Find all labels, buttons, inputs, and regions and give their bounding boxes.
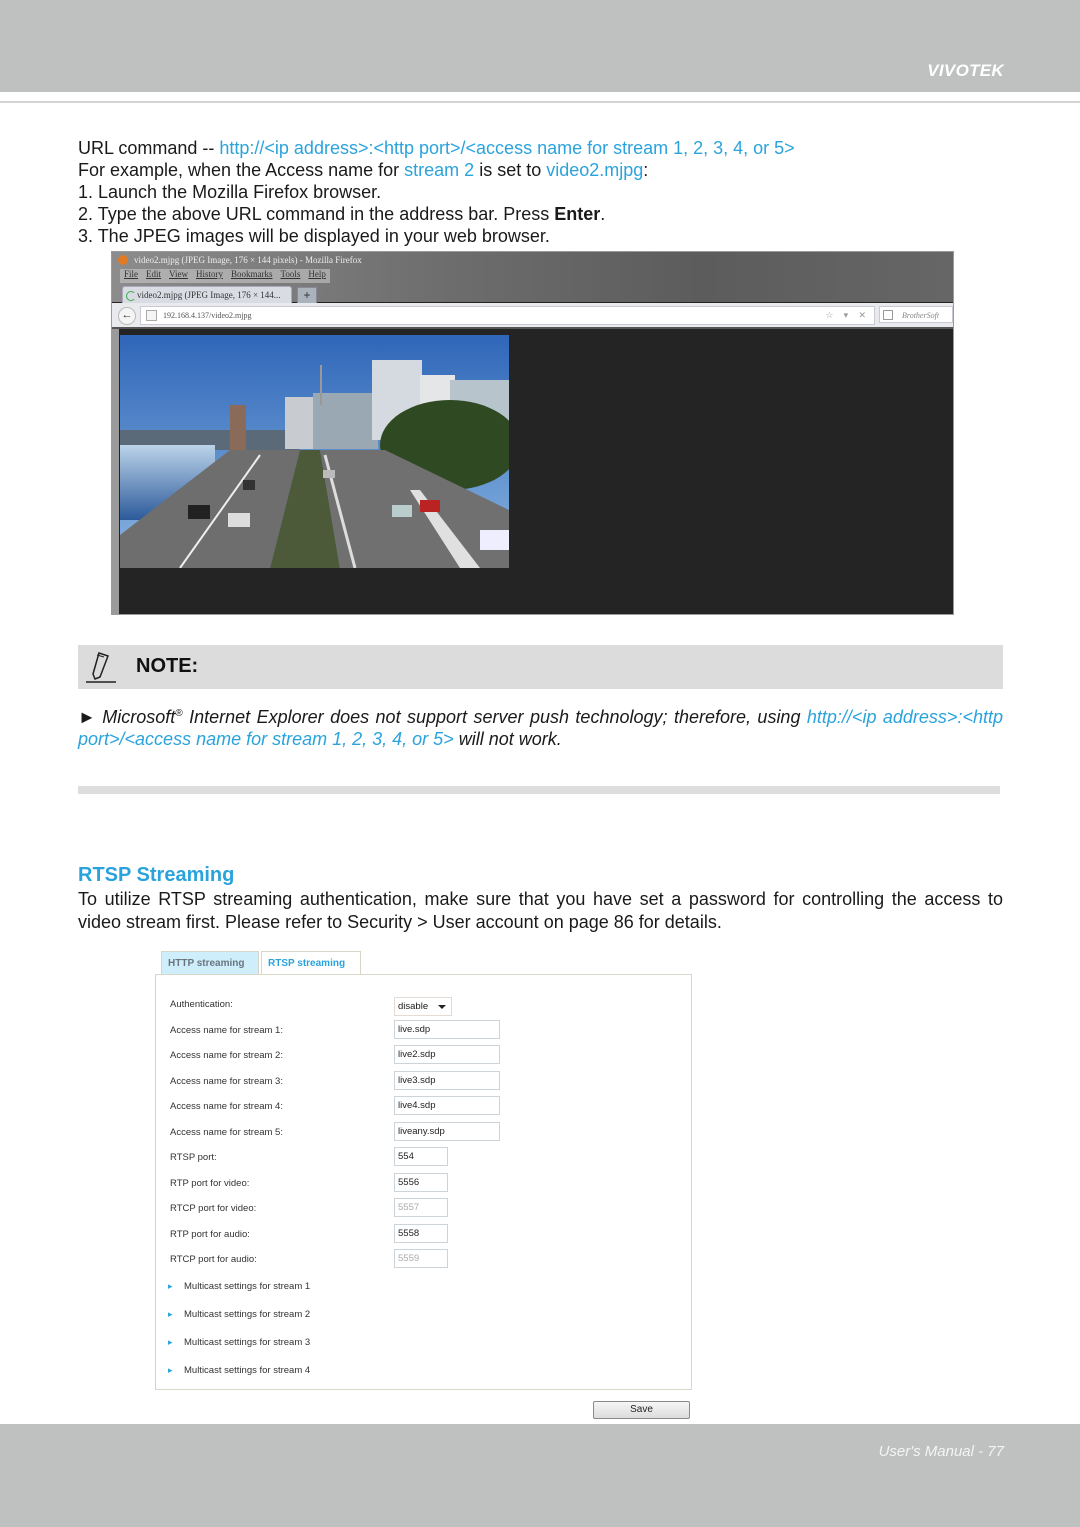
brand-logo: VIVOTEK	[927, 61, 1004, 80]
bullet-arrow-icon: ►	[78, 707, 96, 727]
firefox-menubar: File Edit View History Bookmarks Tools H…	[120, 269, 330, 283]
example-mid: is set to	[474, 160, 547, 180]
back-arrow-icon: ←	[118, 307, 136, 325]
rtp-audio-port-input[interactable]: 5558	[394, 1224, 448, 1243]
section-title: RTSP Streaming	[78, 864, 235, 886]
step-2: 2. Type the above URL command in the add…	[78, 203, 605, 225]
firefox-screenshot: video2.mjpg (JPEG Image, 176 × 144 pixel…	[111, 251, 954, 615]
url-command-prefix: URL command --	[78, 138, 220, 158]
section-divider	[78, 786, 1000, 794]
field-label: RTP port for video:	[170, 1178, 250, 1189]
step-2-text: 2. Type the above URL command in the add…	[78, 204, 555, 224]
menu-edit: Edit	[146, 269, 162, 279]
save-button[interactable]: Save	[593, 1401, 690, 1419]
menu-view: View	[169, 269, 188, 279]
expand-arrow-icon: ▸	[168, 1365, 173, 1375]
stream4-access-name-input[interactable]: live4.sdp	[394, 1096, 500, 1115]
authentication-label: Authentication:	[170, 999, 233, 1010]
note-text-mid: Internet Explorer does not support serve…	[182, 707, 807, 727]
firefox-window-title: video2.mjpg (JPEG Image, 176 × 144 pixel…	[134, 255, 362, 265]
field-label: Access name for stream 5:	[170, 1127, 283, 1138]
firefox-navbar: ← 192.168.4.137/video2.mjpg ☆ ▾ ✕ Brothe…	[112, 303, 953, 329]
stream2-access-name-input[interactable]: live2.sdp	[394, 1045, 500, 1064]
rtcp-audio-port-input: 5559	[394, 1249, 448, 1268]
example-stream: stream 2	[404, 160, 475, 180]
note-box: NOTE:	[78, 645, 1003, 689]
field-label: Access name for stream 1:	[170, 1025, 283, 1036]
firefox-side-strip	[112, 329, 119, 614]
field-label: Access name for stream 4:	[170, 1101, 283, 1112]
menu-history: History	[195, 269, 223, 279]
chevron-down-icon	[438, 1005, 446, 1009]
rtcp-video-port-input: 5557	[394, 1198, 448, 1217]
header-divider	[0, 101, 1080, 103]
field-label: Access name for stream 2:	[170, 1050, 283, 1061]
multicast-stream4-link[interactable]: ▸ Multicast settings for stream 4	[168, 1365, 310, 1376]
pencil-icon	[86, 652, 116, 683]
expand-arrow-icon: ▸	[168, 1281, 173, 1291]
menu-tools: Tools	[280, 269, 301, 279]
example-line: For example, when the Access name for st…	[78, 159, 648, 181]
multicast-stream2-link[interactable]: ▸ Multicast settings for stream 2	[168, 1309, 310, 1320]
note-text-end: will not work.	[453, 729, 562, 749]
page-footer: User's Manual - 77	[0, 1424, 1080, 1527]
page-number: User's Manual - 77	[878, 1443, 1004, 1460]
loading-spinner-icon	[126, 291, 136, 301]
address-controls-icons: ☆ ▾ ✕	[825, 310, 870, 320]
rtsp-port-input[interactable]: 554	[394, 1147, 448, 1166]
stream5-access-name-input[interactable]: liveany.sdp	[394, 1122, 500, 1141]
tab-rtsp-streaming[interactable]: RTSP streaming	[261, 951, 361, 975]
multicast-stream1-link[interactable]: ▸ Multicast settings for stream 1	[168, 1281, 310, 1292]
firefox-titlebar: video2.mjpg (JPEG Image, 176 × 144 pixel…	[112, 252, 953, 304]
section-paragraph: To utilize RTSP streaming authentication…	[78, 889, 1003, 932]
menu-bookmarks: Bookmarks	[230, 269, 273, 279]
search-placeholder: BrotherSoft	[902, 311, 940, 320]
menu-file: File	[124, 269, 139, 279]
field-label: RTCP port for video:	[170, 1203, 257, 1214]
step-1: 1. Launch the Mozilla Firefox browser.	[78, 182, 382, 202]
note-text: ► Microsoft® Internet Explorer does not …	[78, 703, 1003, 750]
jpeg-stream-image	[120, 335, 509, 568]
site-identity-icon	[146, 310, 157, 321]
url-command-line: URL command -- http://<ip address>:<http…	[78, 137, 795, 159]
page-header: VIVOTEK	[0, 0, 1080, 92]
menu-help: Help	[308, 269, 326, 279]
multicast-label: Multicast settings for stream 3	[184, 1337, 311, 1348]
multicast-label: Multicast settings for stream 4	[184, 1365, 311, 1376]
stream1-access-name-input[interactable]: live.sdp	[394, 1020, 500, 1039]
multicast-label: Multicast settings for stream 1	[184, 1281, 311, 1292]
step-3: 3. The JPEG images will be displayed in …	[78, 226, 550, 246]
example-prefix: For example, when the Access name for	[78, 160, 405, 180]
multicast-stream3-link[interactable]: ▸ Multicast settings for stream 3	[168, 1337, 310, 1348]
authentication-value: disable	[398, 1001, 429, 1012]
firefox-search-box: BrotherSoft	[879, 306, 953, 323]
field-label: RTCP port for audio:	[170, 1254, 257, 1265]
field-label: RTSP port:	[170, 1152, 217, 1163]
multicast-label: Multicast settings for stream 2	[184, 1309, 311, 1320]
expand-arrow-icon: ▸	[168, 1337, 173, 1347]
authentication-select[interactable]: disable	[394, 997, 452, 1016]
address-text: 192.168.4.137/video2.mjpg	[163, 311, 252, 320]
step-2-end: .	[600, 204, 606, 224]
firefox-logo-icon	[118, 255, 128, 265]
note-text-start: Microsoft	[102, 707, 176, 727]
example-suffix: :	[643, 160, 649, 180]
note-title: NOTE:	[136, 655, 199, 677]
enter-key-label: Enter	[554, 204, 601, 224]
firefox-tab: video2.mjpg (JPEG Image, 176 × 144...	[122, 286, 292, 303]
url-command: http://<ip address>:<http port>/<access …	[219, 138, 795, 158]
field-label: Access name for stream 3:	[170, 1076, 283, 1087]
firefox-tab-label: video2.mjpg (JPEG Image, 176 × 144...	[137, 290, 281, 300]
example-value: video2.mjpg	[546, 160, 644, 180]
field-label: RTP port for audio:	[170, 1229, 250, 1240]
city-highway-photo	[120, 335, 509, 568]
tab-http-streaming[interactable]: HTTP streaming	[161, 951, 259, 974]
new-tab-icon: +	[297, 287, 317, 304]
firefox-address-bar: 192.168.4.137/video2.mjpg ☆ ▾ ✕	[140, 306, 875, 325]
expand-arrow-icon: ▸	[168, 1309, 173, 1319]
stream3-access-name-input[interactable]: live3.sdp	[394, 1071, 500, 1090]
registered-mark: ®	[175, 708, 183, 719]
rtp-video-port-input[interactable]: 5556	[394, 1173, 448, 1192]
search-engine-icon	[883, 310, 893, 320]
